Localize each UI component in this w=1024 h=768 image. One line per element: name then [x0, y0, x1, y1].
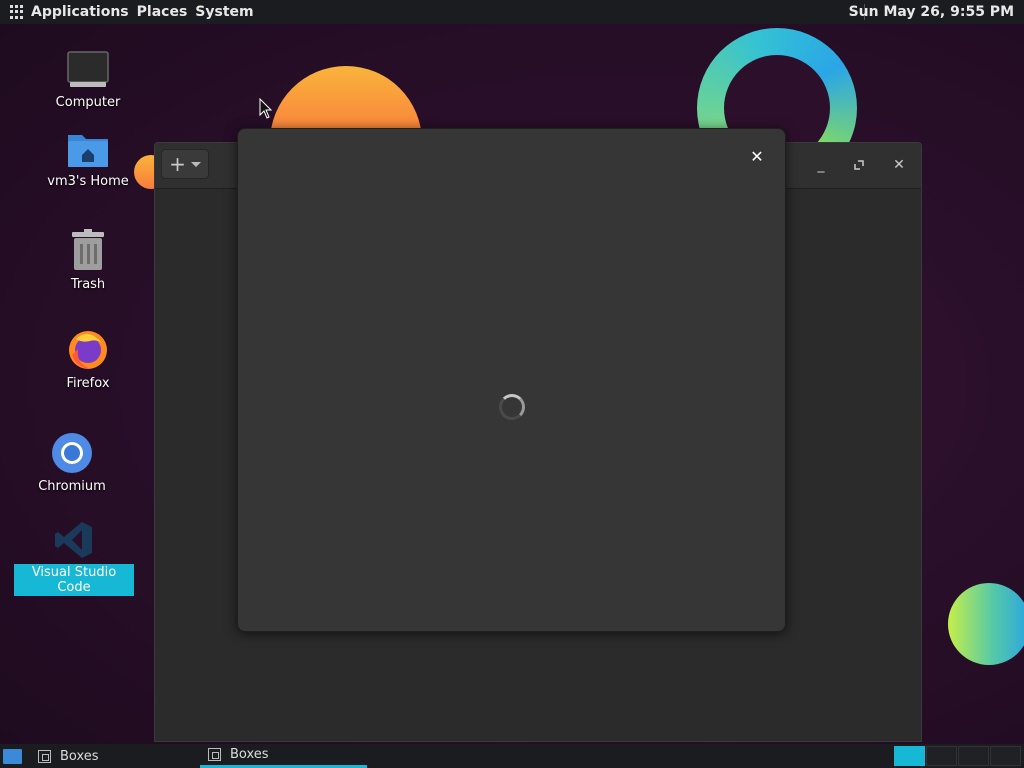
trash-icon [72, 229, 104, 270]
taskbar-item-active[interactable]: Boxes [200, 744, 367, 768]
desktop-icon-chromium[interactable]: Chromium [12, 432, 132, 495]
desktop-icon-label: Firefox [66, 376, 110, 391]
desktop-icon-vscode[interactable]: Visual Studio Code [14, 520, 134, 596]
maximize-button[interactable] [849, 155, 869, 175]
minimize-icon: _ [817, 157, 825, 173]
desktop-icon-home[interactable]: vm3's Home [28, 131, 148, 190]
desktop-icon-label: Computer [55, 95, 121, 110]
close-icon: ✕ [893, 157, 905, 173]
desktop-icon-label: Visual Studio Code [14, 564, 134, 596]
workspace-1[interactable] [894, 746, 925, 766]
taskbar-item-label: Boxes [60, 748, 99, 764]
new-box-dialog: ✕ [237, 128, 786, 632]
desktop-icon-computer[interactable]: Computer [28, 50, 148, 111]
desktop-icon-label: Trash [70, 277, 106, 292]
menu-places[interactable]: Places [137, 4, 188, 20]
desktop-icon-trash[interactable]: Trash [28, 228, 148, 293]
desktop-icon-label: Chromium [38, 479, 106, 494]
clock[interactable]: Sun May 26, 9:55 PM [849, 4, 1014, 20]
new-box-button[interactable]: + [161, 149, 209, 179]
maximize-icon [854, 160, 864, 170]
chevron-down-icon [190, 161, 201, 167]
chromium-icon [52, 433, 92, 473]
mouse-cursor-icon [259, 98, 273, 119]
firefox-icon [69, 331, 107, 369]
boxes-app-icon [38, 749, 51, 763]
wallpaper-orb-shape [948, 583, 1024, 665]
vscode-icon [55, 522, 92, 558]
desktop-icon-label: vm3's Home [47, 174, 129, 189]
plus-icon: + [169, 152, 186, 176]
show-desktop-icon[interactable] [3, 749, 22, 764]
desktop-icon-firefox[interactable]: Firefox [28, 327, 148, 392]
boxes-app-icon [208, 748, 221, 761]
minimize-button[interactable]: _ [811, 155, 831, 175]
menu-applications[interactable]: Applications [31, 4, 129, 20]
workspace-4[interactable] [990, 746, 1021, 766]
taskbar-item[interactable]: Boxes [30, 744, 190, 768]
applications-grid-icon[interactable] [10, 5, 24, 19]
bottom-taskbar: Boxes Boxes [0, 744, 1024, 768]
close-window-button[interactable]: ✕ [889, 155, 909, 175]
close-icon: ✕ [750, 146, 764, 166]
home-folder-icon [68, 135, 108, 167]
menu-system[interactable]: System [195, 4, 253, 20]
dialog-close-button[interactable]: ✕ [747, 146, 767, 166]
computer-icon [67, 51, 109, 87]
workspace-2[interactable] [926, 746, 957, 766]
workspace-3[interactable] [958, 746, 989, 766]
top-panel: Applications Places System Sun May 26, 9… [0, 0, 1024, 24]
taskbar-item-label: Boxes [230, 747, 269, 762]
loading-spinner-icon [499, 394, 525, 420]
